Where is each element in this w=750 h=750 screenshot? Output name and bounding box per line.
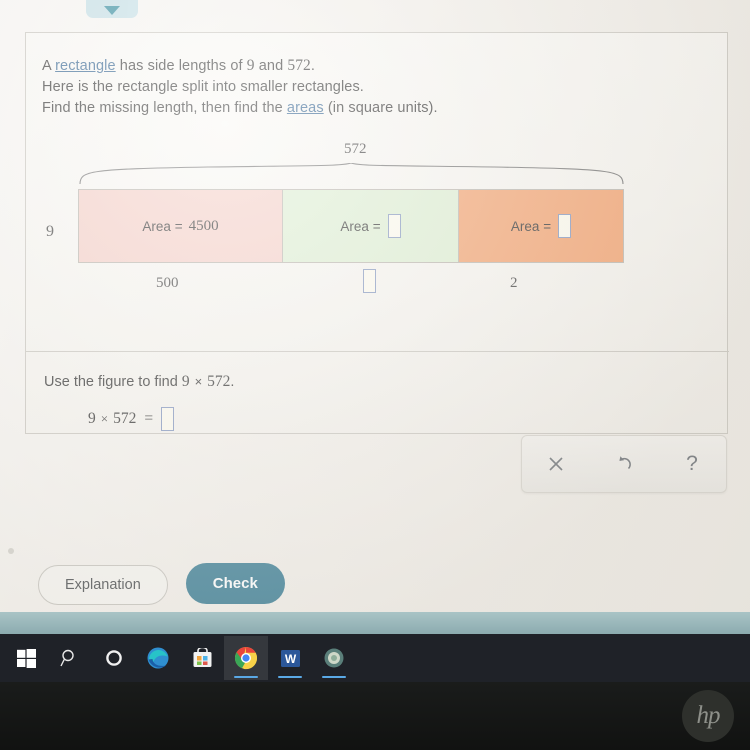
split-rectangle-bar: Area = 4500 Area = Area = xyxy=(78,189,624,263)
question-mark-icon: ? xyxy=(686,452,698,475)
windows-logo-icon xyxy=(16,648,36,668)
search-button[interactable] xyxy=(48,636,92,680)
side-length-2: 572 xyxy=(287,57,311,74)
answer-equation: 9 × 572 = xyxy=(26,391,729,431)
bottom-length-2-wrapper xyxy=(363,269,376,293)
chrome-button[interactable] xyxy=(224,636,268,680)
figure-top-length-label: 572 xyxy=(344,141,367,157)
multiply-sign: × xyxy=(194,374,203,389)
action-buttons: Explanation Check xyxy=(38,563,285,605)
close-icon xyxy=(549,457,563,471)
prompt-text: . xyxy=(310,58,316,74)
area-label-3: Area = xyxy=(510,218,552,234)
equation-factor-1: 9 xyxy=(88,410,96,427)
question-prompt: A rectangle has side lengths of 9 and 57… xyxy=(26,33,727,119)
explanation-button[interactable]: Explanation xyxy=(38,565,168,605)
word-button[interactable]: W xyxy=(268,636,312,680)
microsoft-store-button[interactable] xyxy=(180,636,224,680)
prompt-text: has side lengths of xyxy=(115,58,247,74)
area-label-2: Area = xyxy=(340,218,381,234)
question-card: A rectangle has side lengths of 9 and 57… xyxy=(25,32,729,434)
start-button[interactable] xyxy=(4,636,48,680)
prompt-text: Find the missing length, then find the xyxy=(42,100,287,116)
word-icon: W xyxy=(280,649,300,667)
prompt-text: and xyxy=(254,58,288,74)
chevron-down-icon xyxy=(104,6,120,15)
cortana-icon xyxy=(106,650,122,666)
rectangle-cell-3: Area = xyxy=(458,190,623,262)
equation-factor-2: 572 xyxy=(113,410,137,427)
hp-logo: hp xyxy=(682,690,734,742)
prompt-line-2: Here is the rectangle split into smaller… xyxy=(42,79,364,95)
check-button[interactable]: Check xyxy=(185,563,285,604)
instruction-text: Use the figure to find xyxy=(44,374,182,390)
lower-section: Use the figure to find 9 × 572. 9 × 572 = xyxy=(26,352,729,431)
side-length-1: 9 xyxy=(246,57,255,74)
screen-smudge xyxy=(8,548,14,554)
chrome-active-underline xyxy=(234,675,258,678)
prompt-text: A xyxy=(42,58,56,74)
rectangle-link[interactable]: rectangle xyxy=(55,58,116,74)
rectangle-cell-1: Area = 4500 xyxy=(79,190,282,262)
bottom-length-input-2[interactable] xyxy=(363,269,376,293)
chrome-icon xyxy=(234,647,257,670)
prompt-text: (in square units). xyxy=(323,100,438,116)
equals-sign: = xyxy=(144,410,154,427)
screen-bezel-strip xyxy=(0,612,750,636)
area-label-1: Area = xyxy=(142,218,183,234)
cortana-button[interactable] xyxy=(92,636,136,680)
prompt-line-3: Find the missing length, then find the a… xyxy=(42,98,727,119)
top-dropdown-chip[interactable] xyxy=(86,0,138,18)
bottom-length-3: 2 xyxy=(510,275,518,291)
areas-link[interactable]: areas xyxy=(287,100,324,116)
undo-button[interactable] xyxy=(590,436,658,492)
area-input-2[interactable] xyxy=(387,214,401,238)
instruction-factor-2: 572 xyxy=(207,373,231,390)
bottom-lengths-row: 500 2 xyxy=(78,269,624,309)
laptop-screen: A rectangle has side lengths of 9 and 57… xyxy=(0,0,750,618)
edge-icon xyxy=(147,647,169,669)
area-value-1: 4500 xyxy=(188,217,219,234)
top-brace-icon xyxy=(79,163,624,185)
help-button[interactable]: ? xyxy=(658,436,726,492)
bottom-length-1: 500 xyxy=(156,275,179,291)
microsoft-store-icon xyxy=(193,647,211,667)
search-icon xyxy=(60,649,74,667)
browser-button[interactable] xyxy=(312,636,356,680)
laptop-bezel: hp xyxy=(0,682,750,750)
figure-side-length-label: 9 xyxy=(46,223,54,240)
browser-icon xyxy=(324,648,344,668)
prompt-line-1: A rectangle has side lengths of 9 and 57… xyxy=(42,55,727,77)
clear-button[interactable] xyxy=(522,436,590,492)
instruction-factor-1: 9 xyxy=(181,373,190,390)
undo-icon xyxy=(619,456,631,470)
lower-instruction: Use the figure to find 9 × 572. xyxy=(26,352,729,391)
browser-active-underline xyxy=(322,675,346,678)
final-answer-input[interactable] xyxy=(161,407,175,431)
tool-palette: ? xyxy=(521,435,727,493)
area-input-3[interactable] xyxy=(558,214,572,238)
word-active-underline xyxy=(278,675,302,678)
rectangle-cell-2: Area = xyxy=(282,190,458,262)
equation-multiply-sign: × xyxy=(100,411,109,426)
windows-taskbar: W xyxy=(0,634,750,682)
edge-button[interactable] xyxy=(136,636,180,680)
instruction-text: . xyxy=(230,374,235,390)
rectangle-figure: 572 9 Area = 4500 Area = Area = 500 2 xyxy=(26,141,727,316)
svg-text:W: W xyxy=(284,652,296,666)
